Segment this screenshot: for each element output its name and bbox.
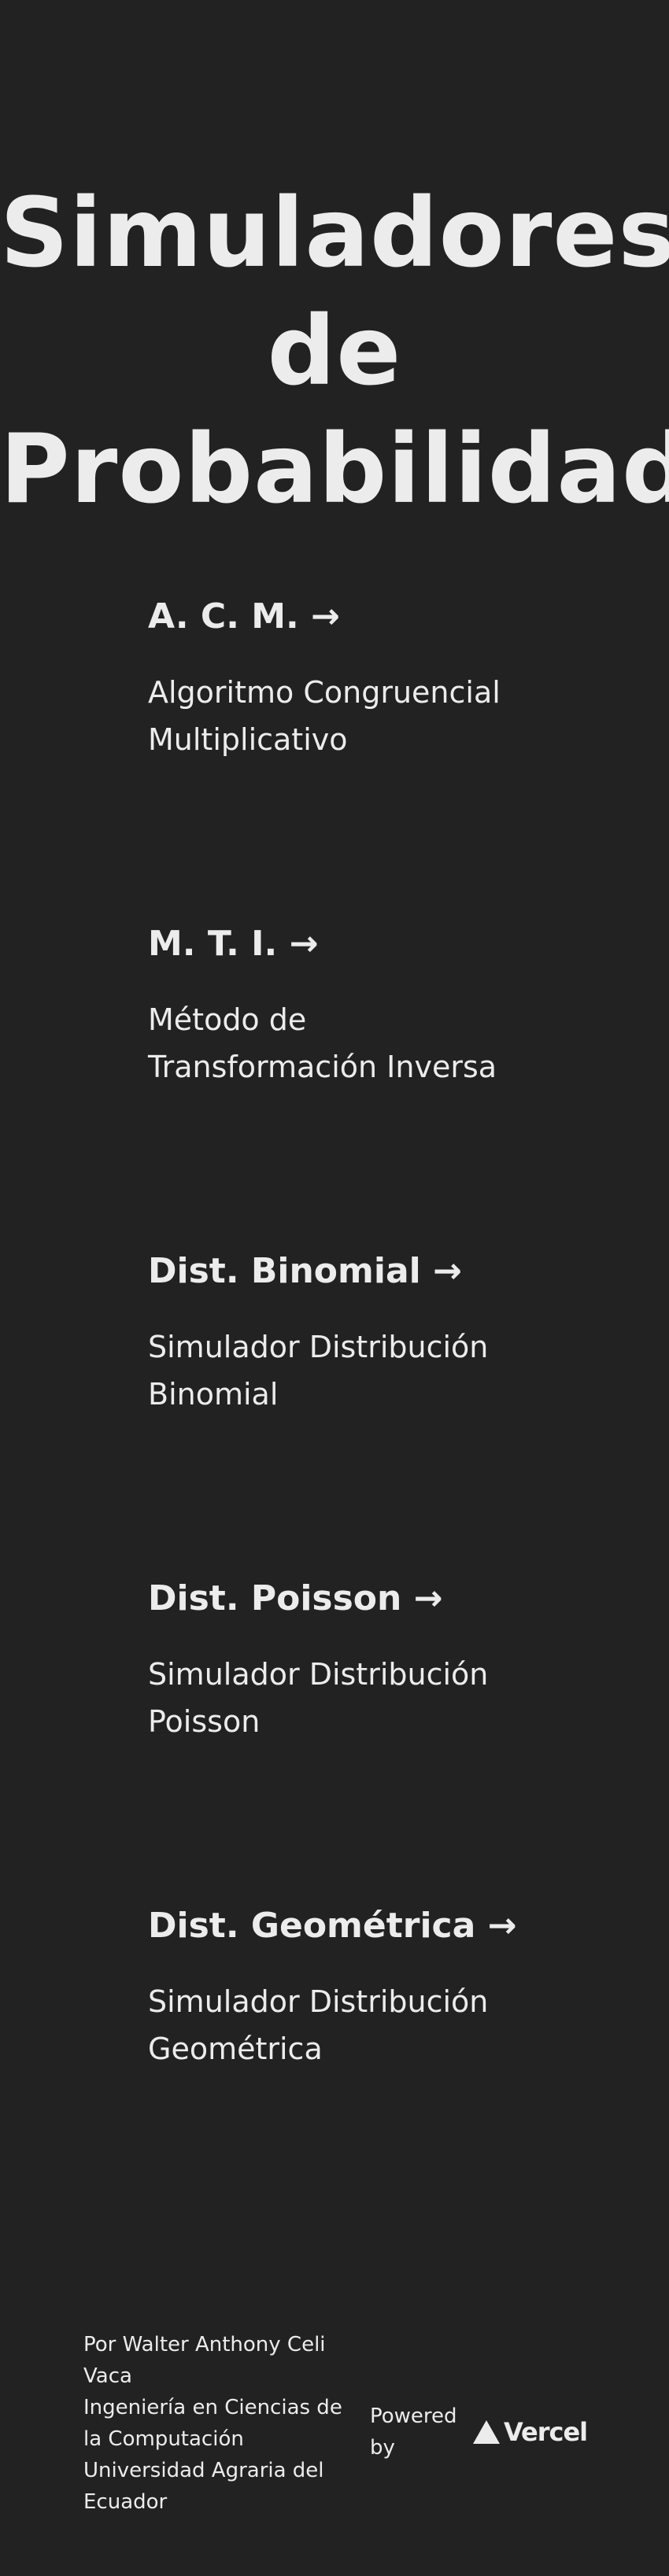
card-binomial[interactable]: Dist. Binomial → Simulador Distribución … [148, 1248, 541, 1418]
vercel-wordmark: Vercel [504, 2417, 588, 2447]
footer-career: Ingeniería en Ciencias de la Computación [83, 2396, 342, 2451]
page-title: Simuladores de Probabilidad [0, 175, 669, 529]
card-poisson[interactable]: Dist. Poisson → Simulador Distribución P… [148, 1575, 541, 1745]
vercel-triangle-icon [473, 2420, 500, 2444]
page-title-line-1: Simuladores [0, 178, 669, 289]
footer-author: Por Walter Anthony Celi Vaca [83, 2333, 326, 2388]
card-geometrica-heading: Dist. Geométrica → [148, 1906, 517, 1946]
card-mti-description: Método de Transformación Inversa [148, 1002, 497, 1084]
card-geometrica[interactable]: Dist. Geométrica → Simulador Distribució… [148, 1902, 541, 2072]
card-binomial-heading: Dist. Binomial → [148, 1251, 462, 1291]
card-binomial-description: Simulador Distribución Binomial [148, 1330, 489, 1412]
card-mti-heading: M. T. I. → [148, 924, 319, 964]
footer-credits: Por Walter Anthony Celi Vaca Ingeniería … [83, 2329, 364, 2518]
main-content: Simuladores de Probabilidad A. C. M. → A… [0, 0, 669, 2282]
card-acm-heading: A. C. M. → [148, 596, 340, 637]
card-acm-description: Algoritmo Congruencial Multiplicativo [148, 675, 501, 757]
powered-by-vercel-link[interactable]: Powered by Vercel [370, 2401, 588, 2463]
page-title-line-2: de [267, 296, 402, 407]
page-title-line-3: Probabilidad [0, 414, 669, 525]
footer: Por Walter Anthony Celi Vaca Ingeniería … [0, 2329, 669, 2534]
card-acm[interactable]: A. C. M. → Algoritmo Congruencial Multip… [148, 593, 541, 763]
footer-university: Universidad Agraria del Ecuador [83, 2459, 324, 2514]
card-geometrica-description: Simulador Distribución Geométrica [148, 1984, 489, 2066]
card-poisson-description: Simulador Distribución Poisson [148, 1657, 489, 1739]
vercel-logo: Vercel [472, 2417, 588, 2447]
card-poisson-heading: Dist. Poisson → [148, 1578, 443, 1618]
powered-by-label: Powered by [370, 2404, 457, 2460]
card-mti[interactable]: M. T. I. → Método de Transformación Inve… [148, 921, 541, 1091]
